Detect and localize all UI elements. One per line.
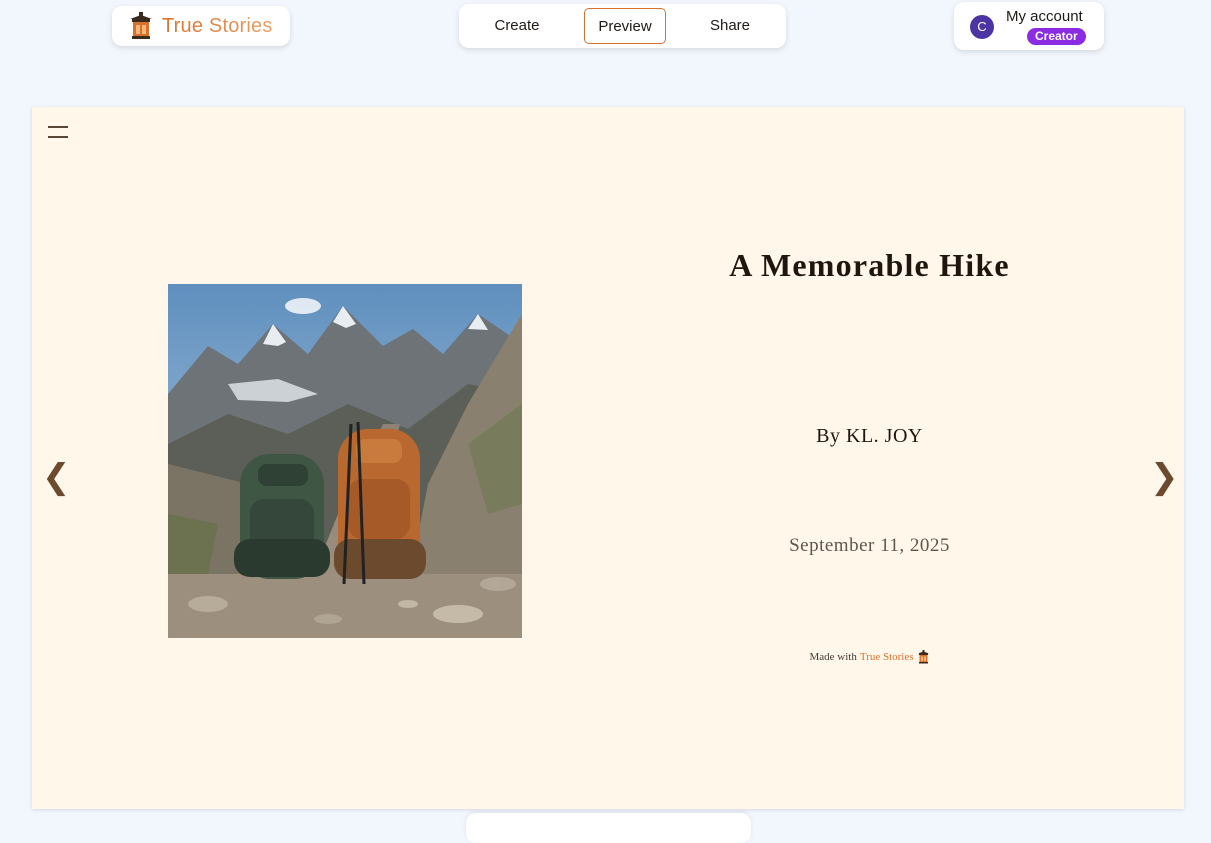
bottom-toolbar[interactable] [466, 813, 751, 843]
tab-preview[interactable]: Preview [584, 8, 666, 44]
story-page: ❮ ❯ A Memorable Hike By KL. JOY Septembe… [32, 107, 1184, 809]
cover-photo [168, 284, 522, 638]
avatar: C [970, 15, 994, 39]
tab-share[interactable]: Share [690, 8, 770, 44]
story-title: A Memorable Hike [729, 247, 1010, 283]
account-label: My account [1006, 8, 1083, 25]
made-with-credit: Made with True Stories [572, 650, 1167, 664]
story-author: By KL. JOY [816, 425, 923, 447]
chevron-left-icon[interactable]: ❮ [42, 457, 71, 497]
mode-tabs: Create Preview Share [459, 4, 786, 48]
chevron-right-icon[interactable]: ❯ [1150, 457, 1179, 497]
account-menu-button[interactable]: C My account Creator [954, 2, 1104, 50]
made-with-label: Made with [809, 651, 857, 663]
lantern-logo-icon [917, 650, 929, 664]
brand-name: True Stories [162, 14, 273, 37]
story-date: September 11, 2025 [789, 535, 950, 556]
tab-create[interactable]: Create [479, 8, 555, 44]
brand-link[interactable]: True Stories [860, 651, 914, 663]
brand-logo-button[interactable]: True Stories [112, 6, 290, 46]
menu-icon[interactable] [48, 125, 68, 141]
lantern-logo-icon [130, 12, 152, 39]
role-badge: Creator [1027, 28, 1086, 45]
